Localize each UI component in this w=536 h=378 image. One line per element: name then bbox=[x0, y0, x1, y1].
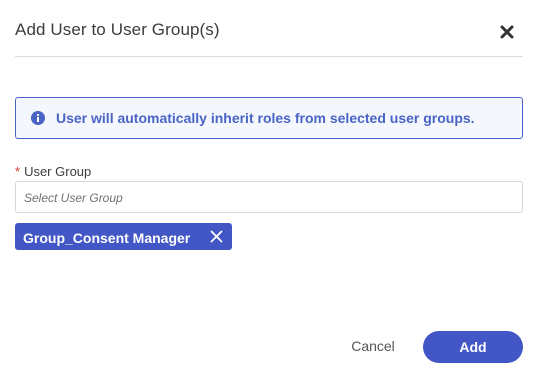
info-circle-icon bbox=[31, 111, 45, 125]
add-button[interactable]: Add bbox=[423, 331, 523, 363]
user-group-label: * User Group bbox=[15, 164, 91, 179]
info-banner: User will automatically inherit roles fr… bbox=[15, 97, 523, 139]
selected-group-tag-label: Group_Consent Manager bbox=[23, 230, 191, 246]
user-group-select-placeholder: Select User Group bbox=[24, 191, 123, 205]
close-icon bbox=[210, 230, 223, 243]
close-button[interactable] bbox=[499, 24, 515, 40]
user-group-select[interactable]: Select User Group bbox=[15, 181, 523, 213]
info-banner-text: User will automatically inherit roles fr… bbox=[56, 110, 475, 126]
cancel-button[interactable]: Cancel bbox=[344, 338, 402, 358]
remove-tag-button[interactable] bbox=[210, 230, 223, 243]
close-icon bbox=[500, 25, 514, 39]
dialog-title: Add User to User Group(s) bbox=[15, 20, 220, 39]
selected-group-tag: Group_Consent Manager bbox=[15, 223, 232, 250]
required-marker: * bbox=[15, 164, 21, 179]
add-user-to-group-dialog: Add User to User Group(s) User will auto… bbox=[0, 0, 536, 378]
user-group-label-text: User Group bbox=[24, 164, 92, 179]
dialog-header: Add User to User Group(s) bbox=[15, 0, 523, 57]
